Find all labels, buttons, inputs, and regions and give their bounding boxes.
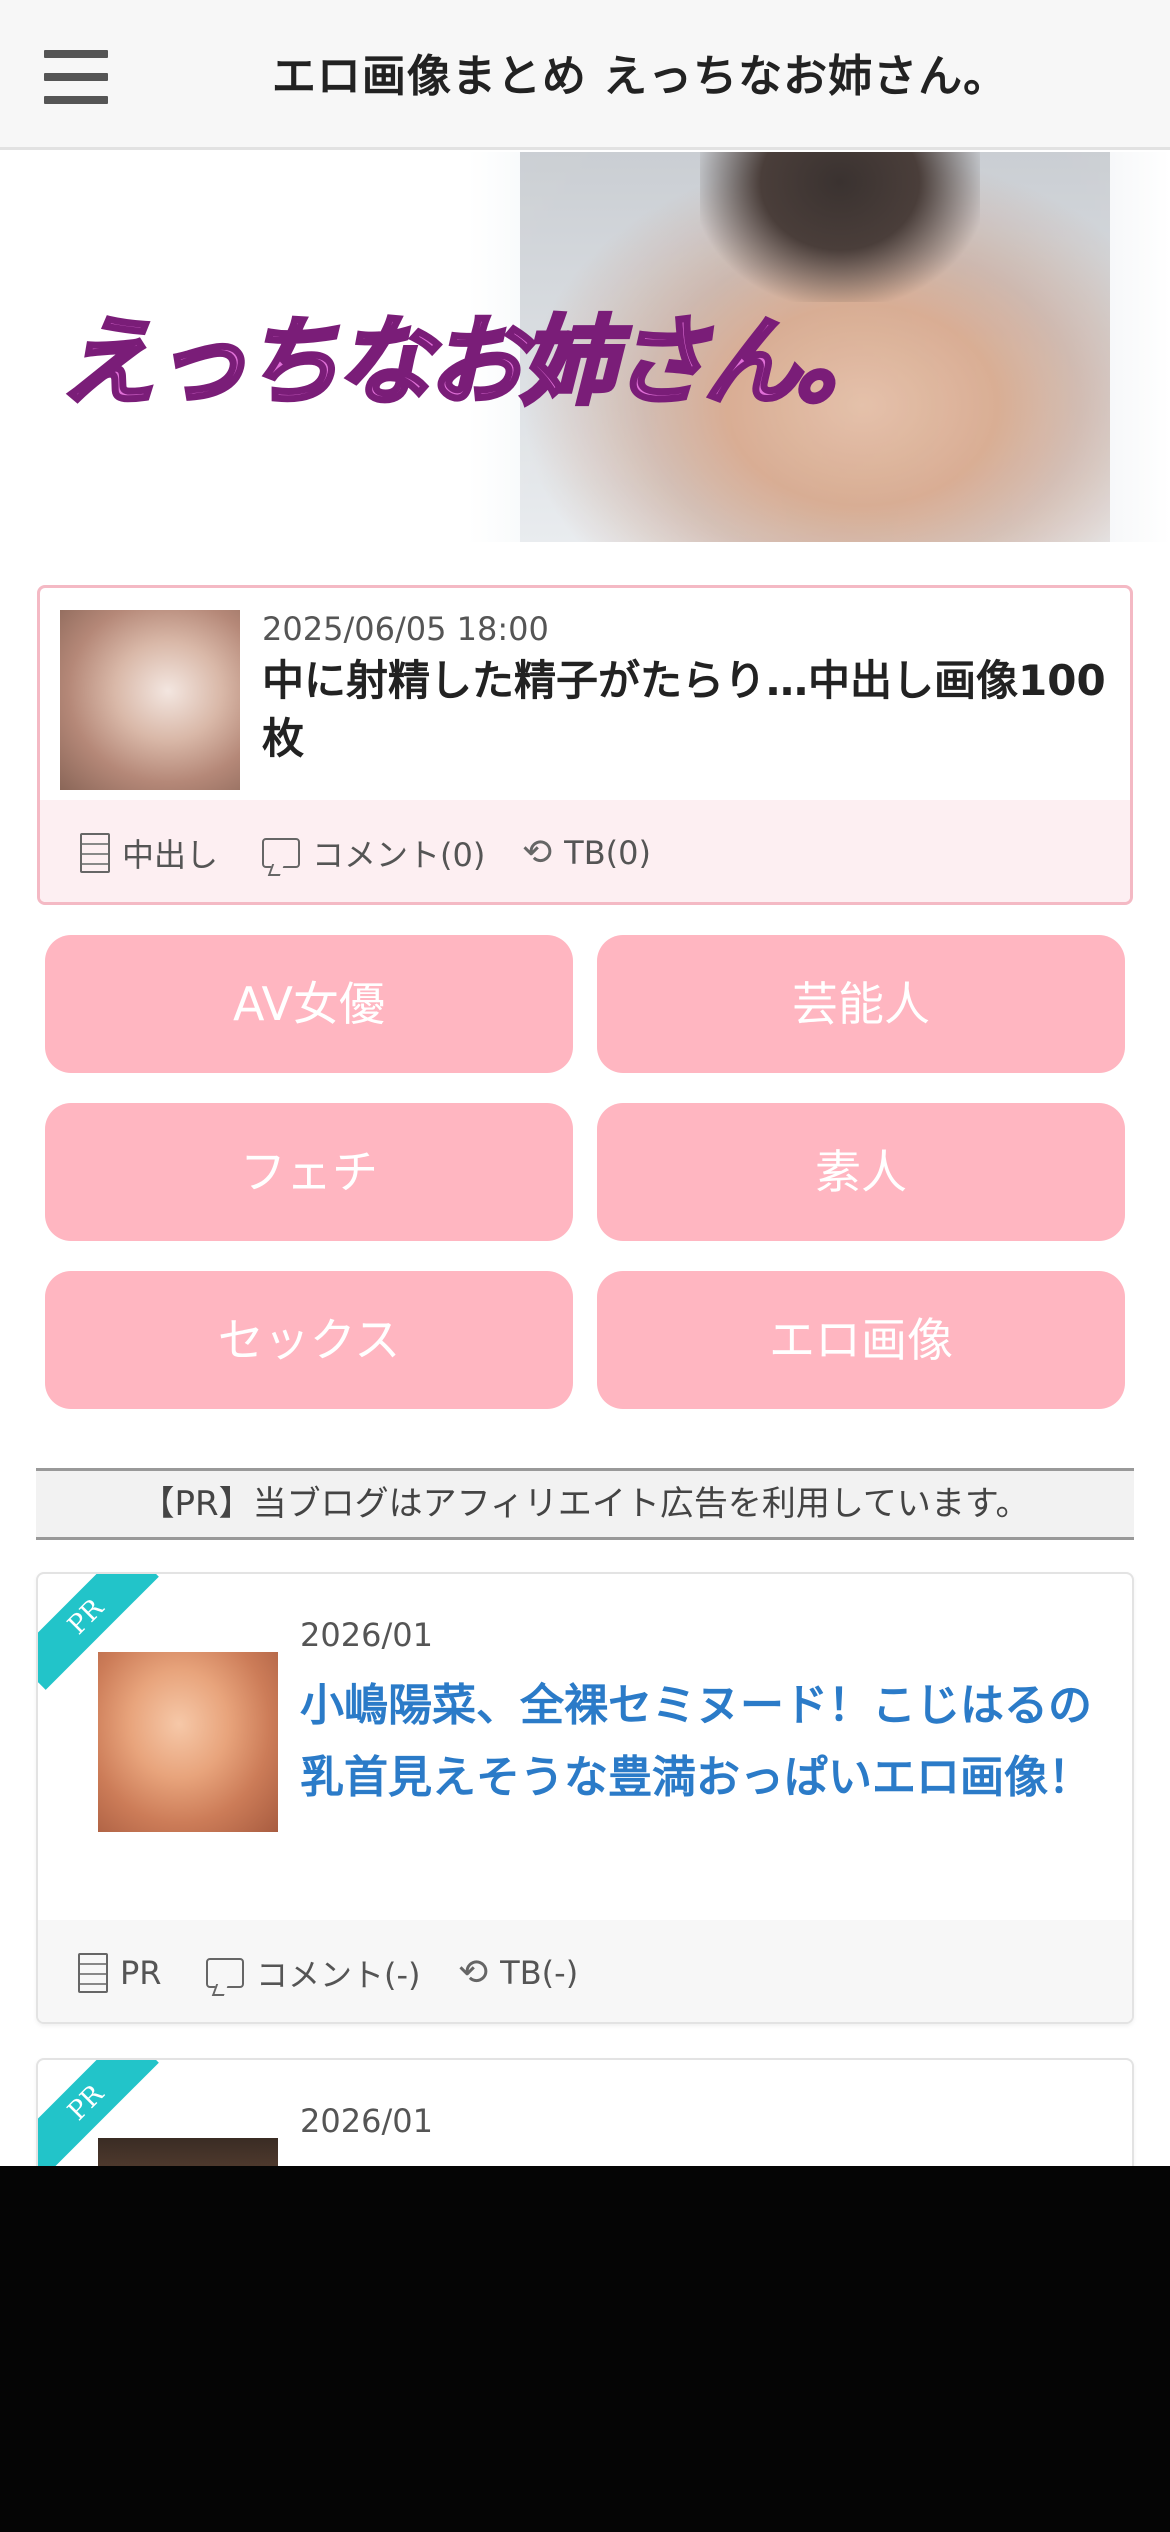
header-bar: エロ画像まとめ えっちなお姉さん。 (0, 0, 1170, 150)
category-amateur-button[interactable]: 素人 (597, 1103, 1125, 1241)
article-trackbacks-label: TB(-) (500, 1954, 579, 1992)
category-fetish-button[interactable]: フェチ (45, 1103, 573, 1241)
article-comments-label: コメント(-) (256, 1956, 421, 1994)
comment-icon (206, 1958, 244, 1988)
article-date: 2026/01 (300, 1616, 433, 1654)
pr-notice: 【PR】当ブログはアフィリエイト広告を利用しています。 (36, 1468, 1134, 1540)
banner-logo: えっちなお姉さん。 (58, 304, 894, 420)
featured-comments[interactable]: コメント(0) (262, 833, 486, 874)
retweet-icon: ⟲ (458, 1952, 489, 1993)
black-overlay-ad[interactable] (0, 2166, 1170, 2532)
featured-title[interactable]: 中に射精した精子がたらり…中出し画像100枚 (262, 652, 1112, 768)
document-icon (78, 1953, 108, 1993)
hamburger-menu-icon[interactable] (44, 50, 108, 104)
document-icon (80, 833, 110, 873)
article-title-link[interactable]: 小嶋陽菜、全裸セミヌード！こじはるの乳首見えそうな豊満おっぱいエロ画像！ (300, 1670, 1100, 1814)
featured-trackbacks[interactable]: ⟲ TB(0) (522, 833, 651, 873)
category-ero-images-button[interactable]: エロ画像 (597, 1271, 1125, 1409)
featured-meta-bar: 中出し コメント(0) ⟲ TB(0) (40, 800, 1130, 902)
featured-date: 2025/06/05 18:00 (262, 610, 549, 648)
article-trackbacks[interactable]: ⟲ TB(-) (458, 1953, 578, 1993)
featured-category-label: 中出し (122, 836, 219, 874)
article-category-label: PR (120, 1954, 162, 1992)
retweet-icon: ⟲ (522, 832, 553, 873)
article-card[interactable]: PR 2026/01 小嶋陽菜、全裸セミヌード！こじはるの乳首見えそうな豊満おっ… (36, 1572, 1134, 2024)
featured-trackbacks-label: TB(0) (564, 834, 651, 872)
featured-article[interactable]: 2025/06/05 18:00 中に射精した精子がたらり…中出し画像100枚 … (37, 585, 1133, 905)
article-comments[interactable]: コメント(-) (206, 1953, 421, 1994)
category-sex-button[interactable]: セックス (45, 1271, 573, 1409)
article-thumbnail[interactable] (98, 1652, 278, 1832)
category-av-actress-button[interactable]: AV女優 (45, 935, 573, 1073)
site-title[interactable]: エロ画像まとめ えっちなお姉さん。 (150, 40, 1130, 104)
comment-icon (262, 838, 300, 868)
featured-thumbnail[interactable] (60, 610, 240, 790)
article-meta-bar: PR コメント(-) ⟲ TB(-) (38, 1920, 1132, 2022)
header-banner[interactable]: えっちなお姉さん。 (0, 152, 1170, 542)
article-date: 2026/01 (300, 2102, 433, 2140)
article-category[interactable]: PR (78, 1953, 162, 1993)
featured-comments-label: コメント(0) (312, 836, 486, 874)
banner-photo-hair (700, 152, 980, 302)
category-celebrity-button[interactable]: 芸能人 (597, 935, 1125, 1073)
featured-category[interactable]: 中出し (80, 833, 219, 874)
